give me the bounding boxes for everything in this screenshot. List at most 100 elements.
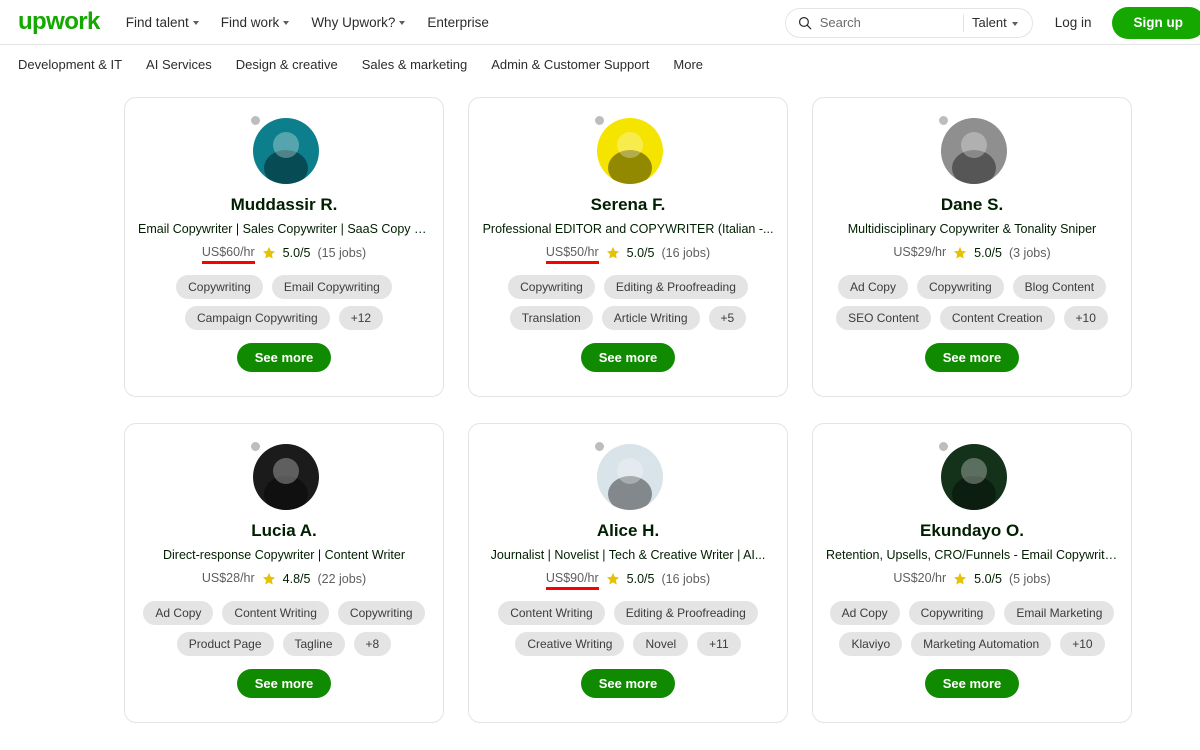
skill-tag[interactable]: Content Writing xyxy=(222,600,329,626)
nav-item-why-upwork[interactable]: Why Upwork? xyxy=(311,15,406,30)
see-more-button[interactable]: See more xyxy=(236,343,332,372)
see-more-button[interactable]: See more xyxy=(924,343,1020,372)
see-more-button[interactable]: See more xyxy=(924,669,1020,698)
nav-label: Enterprise xyxy=(427,14,489,30)
freelancer-name: Ekundayo O. xyxy=(920,521,1024,540)
skill-tag[interactable]: Campaign Copywriting xyxy=(184,306,330,331)
category-design-creative[interactable]: Design & creative xyxy=(236,57,338,72)
skill-tag[interactable]: Content Writing xyxy=(498,600,605,626)
freelancer-card[interactable]: Alice H. Journalist | Novelist | Tech & C… xyxy=(468,423,788,723)
status-dot-icon xyxy=(593,440,606,453)
freelancer-name: Lucia A. xyxy=(251,521,317,540)
freelancer-name: Muddassir R. xyxy=(230,195,338,214)
skill-tag[interactable]: Copywriting xyxy=(508,274,595,300)
nav-item-find-work[interactable]: Find work xyxy=(221,15,290,30)
avatar[interactable] xyxy=(593,440,663,510)
chevron-down-icon xyxy=(1011,21,1018,26)
see-more-button[interactable]: See more xyxy=(236,669,332,698)
nav-label: Find work xyxy=(220,14,280,30)
skill-tag[interactable]: Translation xyxy=(509,306,593,331)
skill-tag[interactable]: +12 xyxy=(338,306,384,331)
category-admin-support[interactable]: Admin & Customer Support xyxy=(491,57,649,72)
skill-tag[interactable]: Ad Copy xyxy=(837,274,908,300)
skill-tag[interactable]: Content Creation xyxy=(939,306,1055,331)
skill-tag[interactable]: Copywriting xyxy=(337,600,425,626)
header-right-cluster: Talent Log in Sign up xyxy=(784,0,1200,45)
category-ai-services[interactable]: AI Services xyxy=(146,57,212,72)
main-nav: Find talent Find work Why Upwork? Enterp… xyxy=(126,15,489,30)
avatar[interactable] xyxy=(593,114,663,184)
skill-tag[interactable]: Blog Content xyxy=(1012,274,1107,300)
freelancer-grid: Muddassir R. Email Copywriter | Sales Cop… xyxy=(0,83,1200,723)
skill-tag[interactable]: +8 xyxy=(353,632,392,657)
nav-label: Find talent xyxy=(125,14,189,30)
skill-tag[interactable]: Article Writing xyxy=(601,306,700,331)
category-sales-marketing[interactable]: Sales & marketing xyxy=(362,57,468,72)
category-more[interactable]: More xyxy=(673,57,703,72)
skill-tag[interactable]: Creative Writing xyxy=(515,632,625,657)
category-development-it[interactable]: Development & IT xyxy=(18,57,122,72)
star-icon xyxy=(606,247,619,259)
skill-tag[interactable]: Marketing Automation xyxy=(911,632,1052,657)
jobs-count: (15 jobs) xyxy=(317,246,367,261)
star-icon xyxy=(954,247,967,259)
skill-tag[interactable]: Copywriting xyxy=(916,274,1004,300)
avatar-image xyxy=(941,118,1007,184)
freelancer-name: Alice H. xyxy=(596,521,660,540)
status-dot-icon xyxy=(937,440,950,453)
avatar[interactable] xyxy=(249,114,319,184)
skill-tag[interactable]: Editing & Proofreading xyxy=(613,600,758,626)
skill-tag[interactable]: Tagline xyxy=(282,632,345,657)
freelancer-meta: US$50/hr 5.0/5 (16 jobs) xyxy=(545,245,710,264)
skill-tag[interactable]: SEO Content xyxy=(836,306,931,331)
avatar-image xyxy=(253,444,319,510)
freelancer-card[interactable]: Muddassir R. Email Copywriter | Sales Cop… xyxy=(124,97,444,397)
hourly-rate: US$20/hr xyxy=(893,570,947,585)
search-bar[interactable]: Talent xyxy=(784,7,1033,38)
freelancer-meta: US$90/hr 5.0/5 (16 jobs) xyxy=(545,571,711,590)
freelancer-card[interactable]: Dane S. Multidisciplinary Copywriter & To… xyxy=(812,97,1132,397)
skill-tag[interactable]: Copywriting xyxy=(176,274,263,300)
hourly-rate: US$29/hr xyxy=(893,244,947,259)
nav-item-enterprise[interactable]: Enterprise xyxy=(427,15,489,30)
avatar[interactable] xyxy=(249,440,319,510)
skill-tag[interactable]: Klaviyo xyxy=(839,632,903,657)
see-more-button[interactable]: See more xyxy=(580,669,676,698)
avatar-image xyxy=(597,118,663,184)
rating-value: 5.0/5 xyxy=(974,246,1002,261)
skill-tag[interactable]: Ad Copy xyxy=(143,600,214,626)
nav-item-find-talent[interactable]: Find talent xyxy=(126,15,199,30)
freelancer-card[interactable]: Ekundayo O. Retention, Upsells, CRO/Funne… xyxy=(812,423,1132,723)
avatar[interactable] xyxy=(937,440,1007,510)
star-icon xyxy=(262,247,275,259)
skill-tag[interactable]: Email Copywriting xyxy=(271,274,392,300)
freelancer-card[interactable]: Lucia A. Direct-response Copywriter | Con… xyxy=(124,423,444,723)
hourly-rate: US$60/hr xyxy=(201,245,255,264)
star-icon xyxy=(262,573,275,585)
skill-tag[interactable]: +10 xyxy=(1060,632,1105,657)
jobs-count: (22 jobs) xyxy=(317,572,367,587)
freelancer-tagline: Retention, Upsells, CRO/Funnels - Email … xyxy=(826,547,1118,562)
skill-tag[interactable]: +11 xyxy=(697,632,741,657)
search-scope-selector[interactable]: Talent xyxy=(972,15,1028,30)
see-more-button[interactable]: See more xyxy=(580,343,676,372)
search-input[interactable] xyxy=(819,15,955,30)
upwork-logo[interactable]: upwork xyxy=(18,10,100,34)
freelancer-tagline: Professional EDITOR and COPYWRITER (Ital… xyxy=(482,221,774,236)
signup-button[interactable]: Sign up xyxy=(1111,6,1200,39)
login-link[interactable]: Log in xyxy=(1055,15,1092,30)
skill-tag[interactable]: Product Page xyxy=(176,632,274,657)
skill-tag[interactable]: Copywriting xyxy=(908,600,996,626)
skill-tag[interactable]: Editing & Proofreading xyxy=(603,274,748,300)
jobs-count: (16 jobs) xyxy=(661,572,711,587)
skill-tag[interactable]: Ad Copy xyxy=(829,600,900,626)
avatar-circle xyxy=(941,444,1007,510)
skill-tag[interactable]: Email Marketing xyxy=(1004,600,1115,626)
freelancer-card[interactable]: Serena F. Professional EDITOR and COPYWRI… xyxy=(468,97,788,397)
skill-tag[interactable]: Novel xyxy=(633,632,689,657)
skill-tag[interactable]: +10 xyxy=(1063,306,1108,331)
freelancer-meta: US$60/hr 5.0/5 (15 jobs) xyxy=(201,245,367,264)
chevron-down-icon xyxy=(399,21,406,25)
avatar[interactable] xyxy=(937,114,1007,184)
skill-tag[interactable]: +5 xyxy=(708,306,747,331)
